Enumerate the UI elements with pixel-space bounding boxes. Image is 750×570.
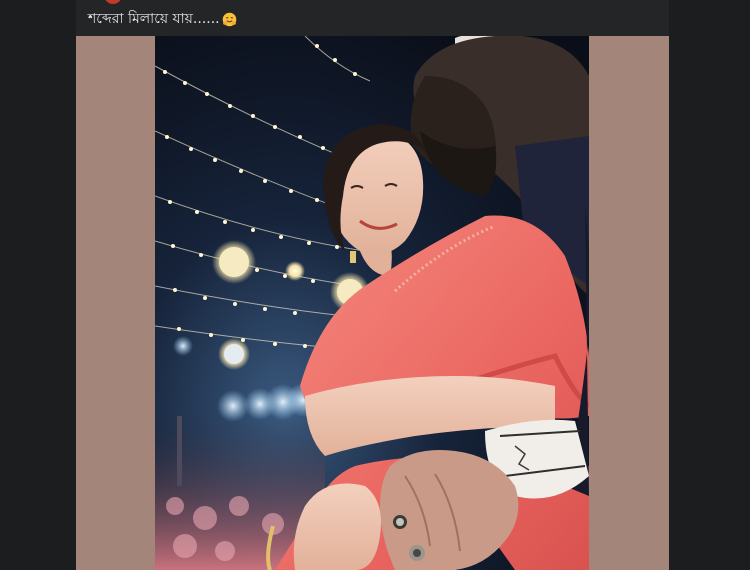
- hugging-face-emoji-icon: [222, 12, 237, 27]
- post-card: শব্দেরা মিলায়ে যায়......: [76, 0, 669, 570]
- post-photo[interactable]: [155, 36, 589, 570]
- post-caption-text: শব্দেরা মিলায়ে যায়......: [88, 11, 220, 27]
- post-caption: শব্দেরা মিলায়ে যায়......: [88, 8, 237, 30]
- couple-photo-illustration: [155, 36, 589, 570]
- author-avatar[interactable]: [104, 0, 122, 4]
- page: শব্দেরা মিলায়ে যায়......: [0, 0, 750, 570]
- post-media[interactable]: [76, 36, 669, 570]
